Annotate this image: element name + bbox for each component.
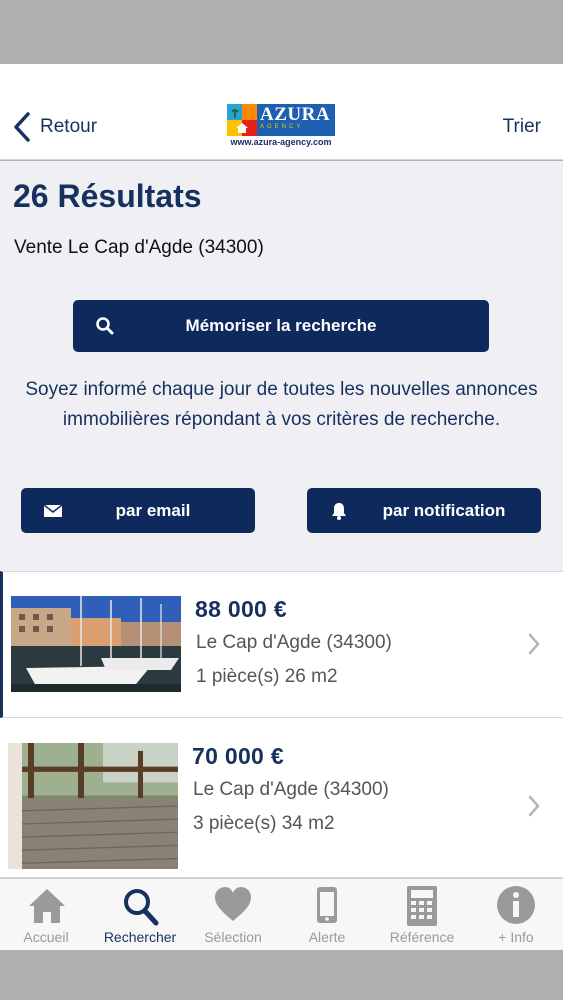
heart-icon <box>215 887 251 921</box>
tab-reference[interactable]: Référence <box>375 879 469 951</box>
notification-alert-label: par notification <box>382 501 506 520</box>
bell-icon <box>332 503 346 520</box>
tab-info[interactable]: + Info <box>469 879 563 951</box>
tab-label: Rechercher <box>103 929 177 945</box>
back-button[interactable]: Retour <box>12 110 97 144</box>
search-criteria: Vente Le Cap d'Agde (34300) <box>14 237 264 258</box>
email-alert-button[interactable]: par email <box>21 488 255 533</box>
tab-accueil[interactable]: Accueil <box>0 879 94 951</box>
azura-logo: AZURA AGENCY www.azura-agency.com <box>227 104 335 148</box>
search-icon <box>124 889 159 926</box>
calculator-icon <box>407 886 437 926</box>
alert-info-text: Soyez informé chaque jour de toutes les … <box>25 379 538 430</box>
status-bar-area <box>0 0 563 64</box>
listing-price: 88 000 € <box>195 596 287 622</box>
logo-wordmark: AZURA <box>257 104 335 136</box>
save-search-button[interactable]: Mémoriser la recherche <box>73 300 489 352</box>
listing-item[interactable]: 70 000 € Le Cap d'Agde (34300) 3 pièce(s… <box>0 718 563 878</box>
tab-label: Sélection <box>204 929 262 945</box>
logo-url: www.azura-agency.com <box>230 137 332 147</box>
listing-detail: 3 pièce(s) 34 m2 <box>193 813 335 834</box>
tab-label: Référence <box>389 929 455 945</box>
results-panel: 26 Résultats Vente Le Cap d'Agde (34300)… <box>0 161 563 571</box>
tab-bar: Accueil Rechercher Sélection Alerte Réfé… <box>0 878 563 950</box>
phone-icon <box>317 887 337 923</box>
tab-rechercher[interactable]: Rechercher <box>93 879 187 951</box>
tab-selection[interactable]: Sélection <box>186 879 280 951</box>
email-alert-label: par email <box>115 501 191 520</box>
back-label: Retour <box>40 116 98 137</box>
logo-emblem <box>227 104 257 136</box>
home-icon <box>29 889 65 923</box>
listing-price: 70 000 € <box>192 743 284 769</box>
listing-city: Le Cap d'Agde (34300) <box>196 632 392 653</box>
results-count: 26 Résultats <box>13 178 202 214</box>
listing-photo-marina <box>11 596 181 692</box>
listing-photo-terrace <box>8 743 178 869</box>
save-search-label: Mémoriser la recherche <box>185 316 377 335</box>
tab-alerte[interactable]: Alerte <box>280 879 374 951</box>
bottom-band <box>0 950 563 1000</box>
chevron-right-icon <box>528 795 540 817</box>
chevron-right-icon <box>528 633 540 655</box>
listing-city: Le Cap d'Agde (34300) <box>193 779 389 800</box>
info-icon <box>497 886 535 924</box>
logo-sub: AGENCY <box>260 124 304 130</box>
listing-item[interactable]: 88 000 € Le Cap d'Agde (34300) 1 pièce(s… <box>0 571 563 718</box>
tab-label: + Info <box>498 929 534 945</box>
chevron-left-icon <box>14 112 30 142</box>
sort-button[interactable]: Trier <box>503 116 541 138</box>
notification-alert-button[interactable]: par notification <box>307 488 541 533</box>
tab-label: Accueil <box>23 929 69 945</box>
tab-label: Alerte <box>308 929 346 945</box>
listing-detail: 1 pièce(s) 26 m2 <box>196 666 338 687</box>
